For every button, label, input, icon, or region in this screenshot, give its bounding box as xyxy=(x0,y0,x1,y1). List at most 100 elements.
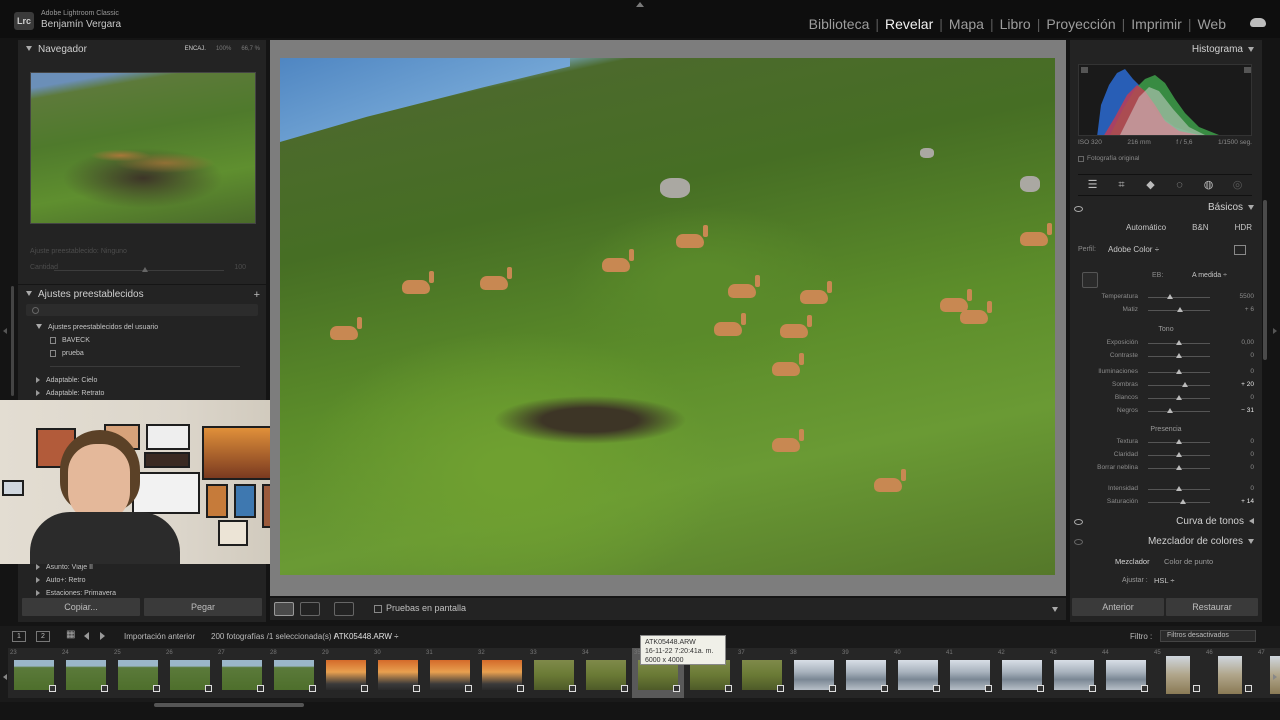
source-label[interactable]: Importación anterior xyxy=(124,632,195,641)
preset-group[interactable]: Asunto: Viaje II xyxy=(36,564,93,571)
preset-item[interactable]: BAVECK xyxy=(50,337,90,344)
filmstrip-left-icon[interactable] xyxy=(3,674,7,680)
crop-icon[interactable]: ⌗ xyxy=(1116,179,1127,191)
slider-textura[interactable]: Textura 0 xyxy=(1070,437,1262,447)
paste-settings-button[interactable]: Pegar xyxy=(144,598,262,616)
filmstrip-thumbnail[interactable]: 42 xyxy=(996,648,1048,698)
slider-value[interactable]: 0,00 xyxy=(1241,339,1254,346)
profile-select[interactable]: Adobe Color ÷ xyxy=(1108,245,1159,254)
slider-value[interactable]: + 20 xyxy=(1241,381,1254,388)
slider-track[interactable] xyxy=(1148,411,1210,412)
profile-browser-icon[interactable] xyxy=(1234,245,1246,255)
slider-knob[interactable] xyxy=(1166,294,1173,299)
masking-icon[interactable]: ◍ xyxy=(1203,179,1214,191)
reset-button[interactable]: Restaurar xyxy=(1166,598,1258,616)
filmstrip-thumbnail[interactable]: 27 xyxy=(216,648,268,698)
filmstrip-thumbnail[interactable]: 33 xyxy=(528,648,580,698)
filmstrip-thumbnail[interactable]: 39 xyxy=(840,648,892,698)
slider-value[interactable]: 0 xyxy=(1250,368,1254,375)
loupe-view-button[interactable] xyxy=(274,602,294,616)
auto-button[interactable]: Automático xyxy=(1126,223,1166,232)
slider-contraste[interactable]: Contraste 0 xyxy=(1070,351,1262,361)
slider-borrar-neblina[interactable]: Borrar neblina 0 xyxy=(1070,463,1262,473)
filmstrip-thumbnail[interactable]: 29 xyxy=(320,648,372,698)
secondary-display-button[interactable]: 2 xyxy=(36,631,50,642)
filmstrip-scrollbar[interactable] xyxy=(154,703,304,707)
slider-value[interactable]: 0 xyxy=(1250,485,1254,492)
toolbar-content-dropdown-icon[interactable] xyxy=(1052,607,1058,612)
top-panel-toggle-icon[interactable] xyxy=(636,2,644,7)
back-arrow-icon[interactable] xyxy=(84,632,89,640)
filmstrip-thumbnail[interactable]: 43 xyxy=(1048,648,1100,698)
preset-group[interactable]: Estaciones: Primavera xyxy=(36,590,116,597)
zoom-100[interactable]: 100% xyxy=(216,46,231,52)
module-imprimir[interactable]: Imprimir xyxy=(1127,16,1186,32)
filmstrip-thumbnail[interactable]: 28 xyxy=(268,648,320,698)
mixer-tab[interactable]: Mezclador xyxy=(1115,557,1150,566)
slider-value[interactable]: 0 xyxy=(1250,394,1254,401)
adjust-select[interactable]: HSL ÷ xyxy=(1154,576,1175,585)
slider-temperatura[interactable]: Temperatura 5500 xyxy=(1070,292,1262,302)
right-panel-scrollbar[interactable] xyxy=(1263,200,1267,360)
right-panel-toggle-icon[interactable] xyxy=(1273,328,1277,334)
primary-display-button[interactable]: 1 xyxy=(12,631,26,642)
filmstrip-thumbnail[interactable]: 45 xyxy=(1152,648,1204,698)
filmstrip-thumbnail[interactable]: 34 xyxy=(580,648,632,698)
compare-view-button[interactable] xyxy=(300,602,320,616)
module-mapa[interactable]: Mapa xyxy=(945,16,988,32)
point-color-tab[interactable]: Color de punto xyxy=(1164,557,1213,566)
slider-knob[interactable] xyxy=(1166,408,1173,413)
module-libro[interactable]: Libro xyxy=(996,16,1035,32)
before-after-button[interactable] xyxy=(334,602,354,616)
navigator-preview[interactable] xyxy=(30,72,256,224)
basics-visibility-icon[interactable] xyxy=(1074,206,1083,212)
edit-sliders-icon[interactable]: ☰ xyxy=(1087,179,1098,191)
add-preset-icon[interactable]: + xyxy=(254,289,260,301)
slider-track[interactable] xyxy=(1148,297,1210,298)
filmstrip-thumbnail[interactable]: 46 xyxy=(1204,648,1256,698)
slider-knob[interactable] xyxy=(1176,369,1182,374)
slider-exposición[interactable]: Exposición 0,00 xyxy=(1070,338,1262,348)
slider-value[interactable]: 0 xyxy=(1250,464,1254,471)
slider-knob[interactable] xyxy=(1182,382,1189,387)
filmstrip-thumbnail[interactable]: 31 xyxy=(424,648,476,698)
filter-select[interactable]: Filtros desactivados xyxy=(1160,630,1256,642)
preset-group[interactable]: Adaptable: Retrato xyxy=(36,390,104,397)
module-proyeccion[interactable]: Proyección xyxy=(1042,16,1119,32)
filmstrip-thumbnail[interactable]: 37 xyxy=(736,648,788,698)
slider-blancos[interactable]: Blancos 0 xyxy=(1070,393,1262,403)
slider-knob[interactable] xyxy=(1176,452,1182,457)
selected-file-name[interactable]: ATK05448.ARW ÷ xyxy=(334,632,399,641)
module-biblioteca[interactable]: Biblioteca xyxy=(805,16,874,32)
wb-select[interactable]: A medida ÷ xyxy=(1192,272,1227,279)
histogram-header[interactable]: Histograma xyxy=(1192,44,1254,55)
filmstrip-thumbnail[interactable]: 44 xyxy=(1100,648,1152,698)
filmstrip-thumbnail[interactable]: 23 xyxy=(8,648,60,698)
slider-knob[interactable] xyxy=(1176,465,1182,470)
copy-settings-button[interactable]: Copiar... xyxy=(22,598,140,616)
slider-knob[interactable] xyxy=(1177,307,1184,312)
module-revelar[interactable]: Revelar xyxy=(881,16,937,32)
slider-track[interactable] xyxy=(1148,502,1210,503)
hdr-button[interactable]: HDR xyxy=(1235,223,1252,232)
color-mixer-visibility-icon[interactable] xyxy=(1074,539,1083,545)
filmstrip-thumbnail[interactable]: 26 xyxy=(164,648,216,698)
slider-iluminaciones[interactable]: Iluminaciones 0 xyxy=(1070,367,1262,377)
preset-group-user[interactable]: Ajustes preestablecidos del usuario xyxy=(36,324,158,331)
original-photo-toggle[interactable]: Fotografía original xyxy=(1078,155,1139,162)
filmstrip-thumbnail[interactable]: 24 xyxy=(60,648,112,698)
filmstrip-thumbnail[interactable]: 47 xyxy=(1256,648,1280,698)
slider-sombras[interactable]: Sombras + 20 xyxy=(1070,380,1262,390)
histogram-graph[interactable] xyxy=(1078,64,1252,136)
zoom-custom[interactable]: 66,7 % xyxy=(241,46,260,52)
cloud-icon[interactable] xyxy=(1250,18,1266,27)
filmstrip-thumbnail[interactable]: 25 xyxy=(112,648,164,698)
slider-negros[interactable]: Negros − 31 xyxy=(1070,406,1262,416)
color-mixer-header[interactable]: Mezclador de colores xyxy=(1148,536,1254,547)
preset-item[interactable]: prueba xyxy=(50,350,84,357)
filmstrip-thumbnail[interactable]: 38 xyxy=(788,648,840,698)
left-panel-scrollbar[interactable] xyxy=(11,286,14,396)
tone-curve-header[interactable]: Curva de tonos xyxy=(1176,516,1254,527)
slider-value[interactable]: + 6 xyxy=(1245,306,1254,313)
preset-search-input[interactable] xyxy=(26,304,258,316)
